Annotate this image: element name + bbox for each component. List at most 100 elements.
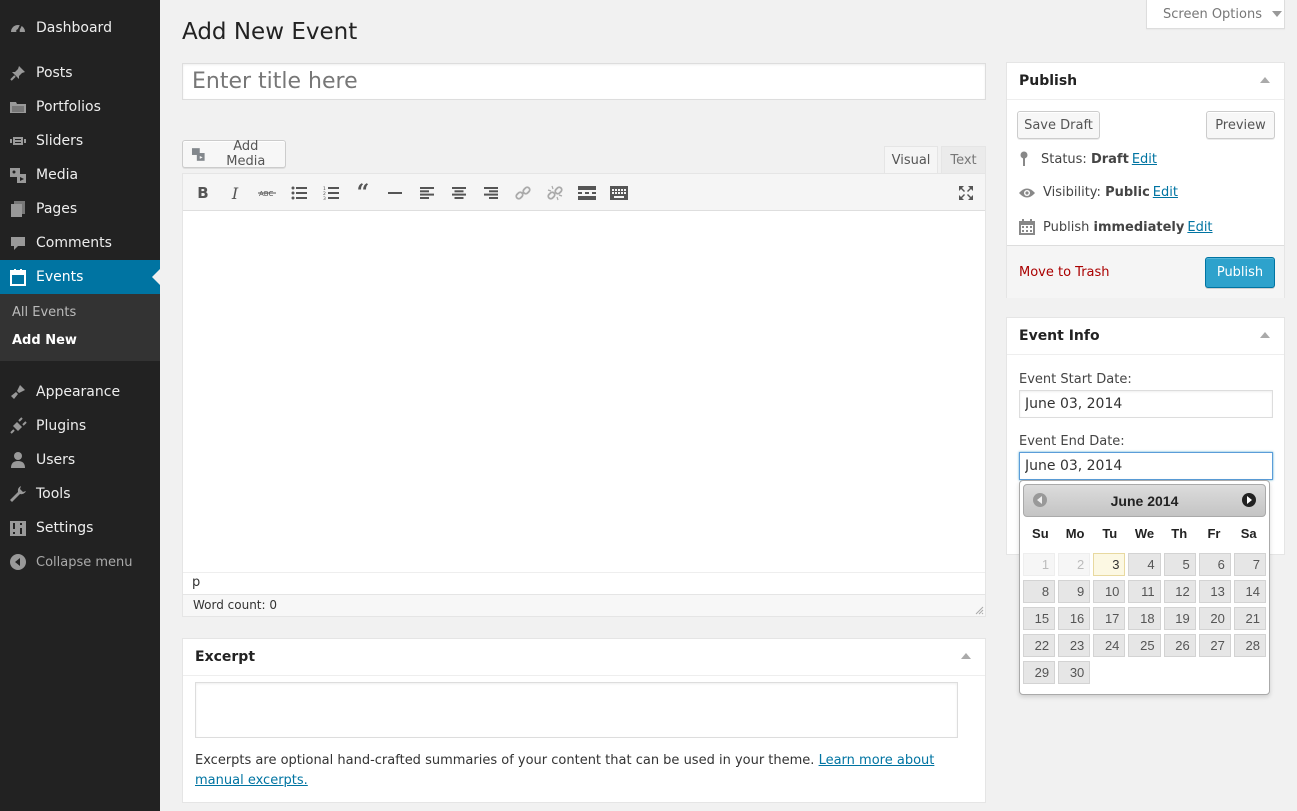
- page-title: Add New Event: [182, 19, 358, 45]
- sidebar-item-comments[interactable]: Comments: [0, 226, 160, 260]
- weekday-label: Tu: [1102, 526, 1118, 541]
- toolbar-toggle-icon[interactable]: [606, 180, 632, 206]
- editor-path[interactable]: p: [192, 575, 200, 590]
- remove-link-icon[interactable]: [542, 180, 568, 206]
- datepicker-day[interactable]: 18: [1128, 607, 1161, 630]
- bullet-list-icon[interactable]: [286, 180, 312, 206]
- publish-header[interactable]: Publish: [1007, 63, 1284, 100]
- sidebar-item-posts[interactable]: Posts: [0, 56, 160, 90]
- datepicker-day[interactable]: 27: [1198, 634, 1231, 657]
- datepicker-day[interactable]: 6: [1198, 553, 1231, 576]
- datepicker-day[interactable]: 12: [1163, 580, 1196, 603]
- align-center-icon[interactable]: [446, 180, 472, 206]
- datepicker-day[interactable]: 22: [1023, 634, 1056, 657]
- datepicker-day[interactable]: 15: [1023, 607, 1056, 630]
- folder-icon: [9, 98, 27, 116]
- event-info-header[interactable]: Event Info: [1007, 318, 1284, 355]
- tab-visual[interactable]: Visual: [884, 146, 938, 174]
- datepicker-day[interactable]: 13: [1198, 580, 1231, 603]
- blockquote-icon[interactable]: “: [350, 180, 376, 206]
- visibility-row: Visibility: Public Edit: [1019, 185, 1178, 200]
- collapse-arrow-icon[interactable]: [1260, 77, 1270, 83]
- screen-options-button[interactable]: Screen Options: [1146, 0, 1285, 29]
- sidebar-item-label: Comments: [36, 235, 112, 251]
- submenu-add-new[interactable]: Add New: [0, 327, 160, 355]
- numbered-list-icon[interactable]: 123: [318, 180, 344, 206]
- collapse-menu-button[interactable]: Collapse menu: [0, 545, 160, 579]
- datepicker-day[interactable]: 19: [1163, 607, 1196, 630]
- datepicker-day[interactable]: 9: [1058, 580, 1091, 603]
- slider-icon: [9, 132, 27, 150]
- tab-text[interactable]: Text: [941, 146, 986, 174]
- datepicker-day[interactable]: 4: [1128, 553, 1161, 576]
- read-more-icon[interactable]: [574, 180, 600, 206]
- collapse-arrow-icon[interactable]: [961, 653, 971, 659]
- sidebar-item-media[interactable]: Media: [0, 158, 160, 192]
- datepicker-prev-icon[interactable]: [1033, 493, 1047, 507]
- sidebar-item-events[interactable]: Events: [0, 260, 160, 294]
- sidebar-item-sliders[interactable]: Sliders: [0, 124, 160, 158]
- datepicker-day[interactable]: 21: [1233, 607, 1266, 630]
- datepicker-day[interactable]: 24: [1093, 634, 1126, 657]
- sidebar-item-plugins[interactable]: Plugins: [0, 409, 160, 443]
- sidebar-item-dashboard[interactable]: Dashboard: [0, 11, 160, 45]
- weekday-label: Mo: [1065, 526, 1085, 541]
- align-left-icon[interactable]: [414, 180, 440, 206]
- datepicker-day[interactable]: 28: [1233, 634, 1266, 657]
- sidebar-item-settings[interactable]: Settings: [0, 511, 160, 545]
- datepicker-day[interactable]: 16: [1058, 607, 1091, 630]
- fullscreen-icon[interactable]: [953, 180, 979, 206]
- datepicker-day[interactable]: 7: [1233, 553, 1266, 576]
- datepicker-day[interactable]: 29: [1023, 661, 1056, 684]
- datepicker-day[interactable]: 10: [1093, 580, 1126, 603]
- sidebar-item-pages[interactable]: Pages: [0, 192, 160, 226]
- publish-time-edit-link[interactable]: Edit: [1187, 220, 1212, 235]
- publish-button[interactable]: Publish: [1205, 257, 1275, 288]
- excerpt-textarea[interactable]: [195, 682, 958, 738]
- datepicker-day[interactable]: 25: [1128, 634, 1161, 657]
- status-edit-link[interactable]: Edit: [1132, 152, 1157, 167]
- word-count: Word count: 0: [193, 598, 278, 612]
- preview-button[interactable]: Preview: [1206, 111, 1275, 139]
- add-media-button[interactable]: Add Media: [182, 139, 286, 169]
- italic-icon[interactable]: I: [222, 180, 248, 206]
- collapse-arrow-icon[interactable]: [1260, 332, 1270, 338]
- add-media-icon: [191, 148, 205, 161]
- sidebar-item-users[interactable]: Users: [0, 443, 160, 477]
- datepicker-day[interactable]: 3: [1093, 553, 1126, 576]
- datepicker-header: June 2014: [1023, 484, 1266, 517]
- datepicker-day[interactable]: 14: [1233, 580, 1266, 603]
- sidebar-item-appearance[interactable]: Appearance: [0, 375, 160, 409]
- event-start-date-input[interactable]: [1019, 390, 1273, 418]
- bold-icon[interactable]: B: [190, 180, 216, 206]
- sidebar-item-label: Appearance: [36, 384, 121, 400]
- weekday-label: Sa: [1240, 526, 1257, 541]
- datepicker-day[interactable]: 20: [1198, 607, 1231, 630]
- excerpt-header[interactable]: Excerpt: [183, 639, 985, 676]
- save-draft-button[interactable]: Save Draft: [1017, 111, 1100, 139]
- submenu-all-events[interactable]: All Events: [0, 299, 160, 327]
- strikethrough-icon[interactable]: ABC: [254, 180, 280, 206]
- add-media-label: Add Media: [226, 139, 266, 169]
- datepicker-next-icon[interactable]: [1242, 493, 1256, 507]
- align-right-icon[interactable]: [478, 180, 504, 206]
- sidebar-item-tools[interactable]: Tools: [0, 477, 160, 511]
- datepicker-day[interactable]: 5: [1163, 553, 1196, 576]
- datepicker-day[interactable]: 30: [1058, 661, 1091, 684]
- move-to-trash-link[interactable]: Move to Trash: [1019, 265, 1110, 280]
- datepicker-day[interactable]: 26: [1163, 634, 1196, 657]
- sidebar-item-label: Tools: [36, 486, 71, 502]
- event-end-date-input[interactable]: [1019, 452, 1273, 480]
- datepicker-day[interactable]: 23: [1058, 634, 1091, 657]
- datepicker-popup: June 2014 Su Mo Tu We Th Fr Sa 1 2 3 4 5 6 7 8 9 10 11 12…: [1019, 480, 1270, 695]
- insert-link-icon[interactable]: [510, 180, 536, 206]
- datepicker-day[interactable]: 11: [1128, 580, 1161, 603]
- datepicker-day[interactable]: 17: [1093, 607, 1126, 630]
- horizontal-rule-icon[interactable]: [382, 180, 408, 206]
- sidebar-item-portfolios[interactable]: Portfolios: [0, 90, 160, 124]
- editor-content-area[interactable]: [183, 211, 985, 572]
- post-title-input[interactable]: [182, 63, 986, 100]
- visibility-edit-link[interactable]: Edit: [1153, 185, 1178, 200]
- resize-handle-icon[interactable]: [974, 605, 984, 615]
- datepicker-day[interactable]: 8: [1023, 580, 1056, 603]
